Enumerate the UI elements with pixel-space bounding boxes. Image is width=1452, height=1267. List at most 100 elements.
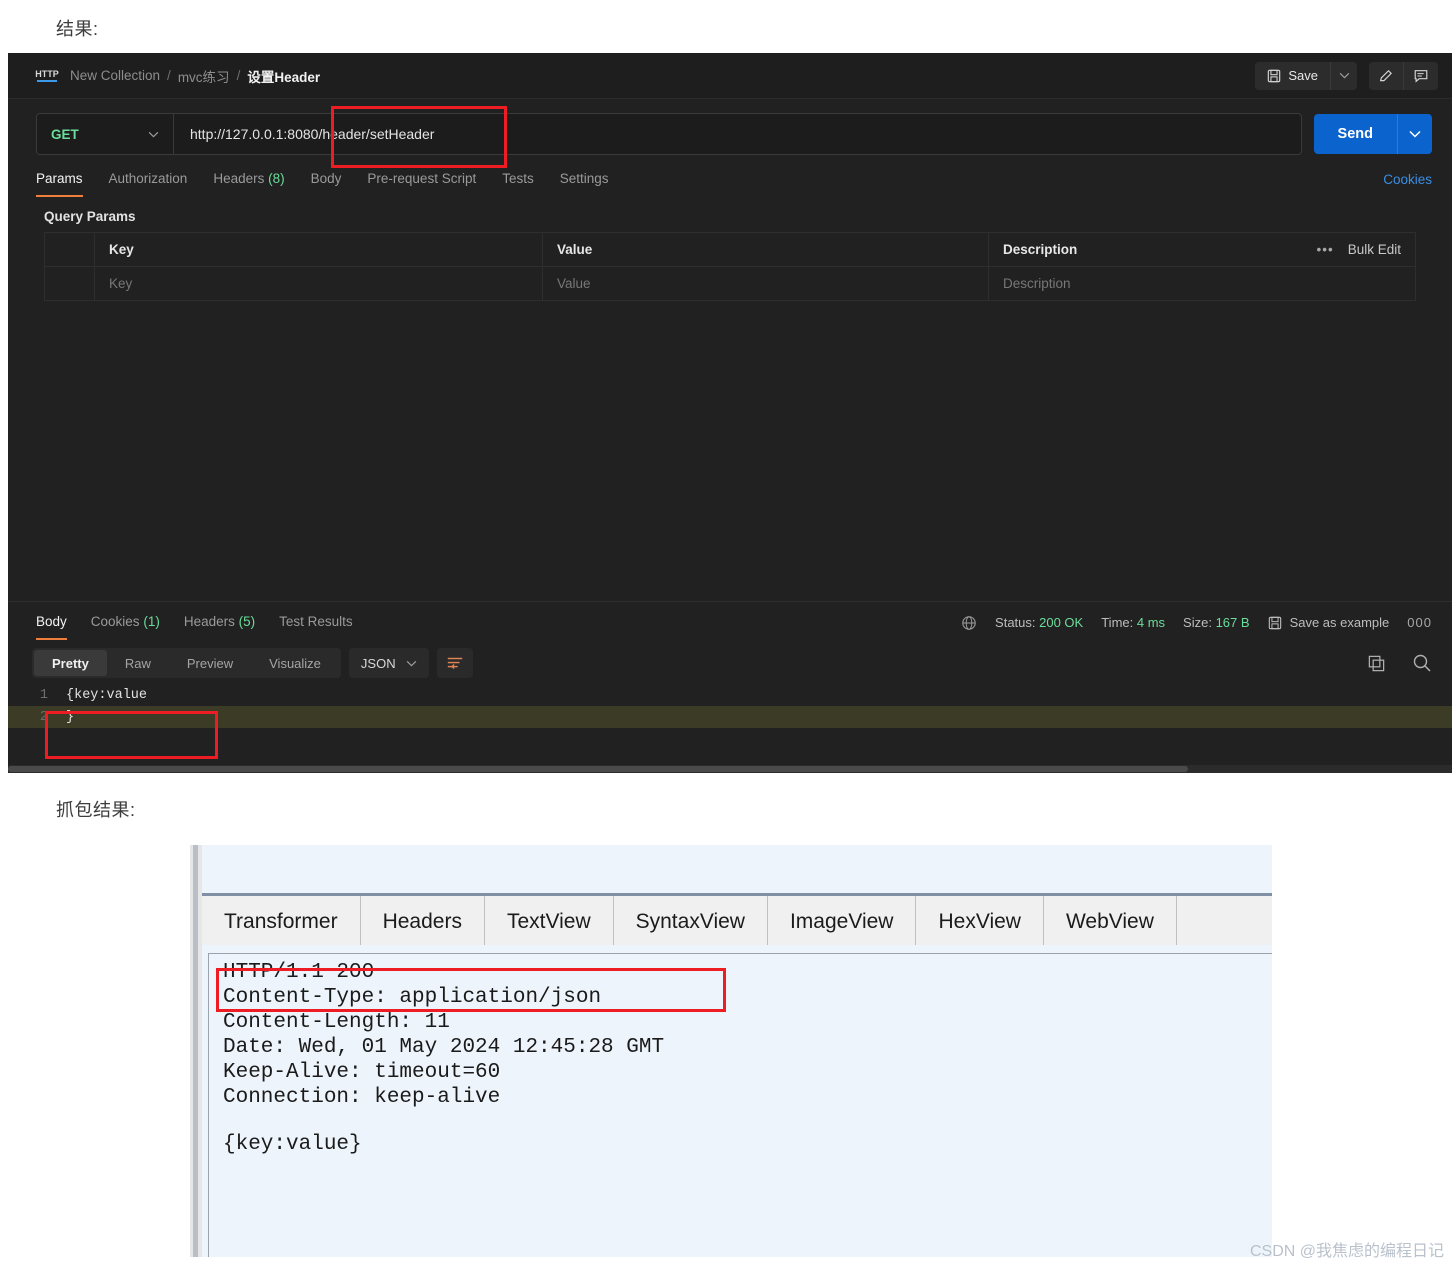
http-method-label: GET — [51, 126, 79, 142]
send-button[interactable]: Send — [1314, 114, 1397, 154]
url-bar: GET http://127.0.0.1:8080/header/setHead… — [36, 113, 1302, 155]
response-more-options-icon[interactable]: 000 — [1407, 615, 1432, 630]
response-tab-body-label: Body — [36, 614, 67, 629]
response-tab-headers-label: Headers — [183, 614, 235, 629]
save-button[interactable]: Save — [1255, 62, 1330, 90]
breadcrumb-folder[interactable]: mvc练习 — [178, 66, 230, 86]
fiddler-tab-transformer[interactable]: Transformer — [202, 896, 361, 948]
page-root: 结果: HTTP New Collection / mvc练习 / 设置Head… — [0, 0, 1452, 1267]
http-badge-underline — [37, 79, 57, 82]
tab-headers-label: Headers — [213, 171, 265, 186]
globe-icon — [962, 615, 976, 630]
table-header-row: Key Value Description ••• Bulk Edit — [45, 233, 1415, 267]
size-group: Size: 167 B — [1183, 615, 1250, 630]
pencil-icon — [1379, 69, 1392, 81]
fiddler-body: HTTP/1.1 200 Content-Type: application/j… — [202, 945, 1272, 1257]
fiddler-tab-hexview[interactable]: HexView — [916, 896, 1044, 948]
response-tab-headers[interactable]: Headers (5) — [184, 614, 255, 640]
save-as-example-label: Save as example — [1289, 615, 1390, 630]
floppy-disk-icon — [1268, 616, 1281, 629]
edit-request-button[interactable] — [1369, 62, 1403, 90]
http-method-selector[interactable]: GET — [37, 114, 174, 154]
tab-params[interactable]: Params — [36, 171, 83, 197]
row-value-input[interactable]: Value — [543, 267, 989, 300]
comment-icon — [1414, 69, 1428, 83]
fiddler-tab-syntaxview[interactable]: SyntaxView — [614, 896, 768, 948]
tab-headers[interactable]: Headers (8) — [213, 171, 284, 197]
fiddler-tab-textview[interactable]: TextView — [485, 896, 614, 948]
size-value: 167 B — [1215, 615, 1250, 630]
row-description-input[interactable]: Description — [989, 267, 1415, 300]
view-mode-preview[interactable]: Preview — [169, 650, 251, 676]
raw-line: Connection: keep-alive — [223, 1086, 501, 1109]
raw-blank-line — [223, 1110, 1272, 1132]
chevron-down-icon — [1339, 72, 1349, 79]
fiddler-tab-imageview[interactable]: ImageView — [768, 896, 917, 948]
view-mode-visualize[interactable]: Visualize — [251, 650, 339, 676]
postman-window: HTTP New Collection / mvc练习 / 设置Header S… — [8, 53, 1452, 773]
save-dropdown-button[interactable] — [1330, 61, 1357, 90]
bulk-edit-button[interactable]: Bulk Edit — [1348, 242, 1401, 257]
tab-tests-label: Tests — [502, 171, 534, 186]
response-format-selector[interactable]: JSON — [348, 648, 429, 678]
caption-result: 结果: — [56, 19, 99, 39]
response-tab-test-results[interactable]: Test Results — [279, 614, 353, 640]
row-checkbox[interactable] — [45, 267, 95, 300]
chevron-down-icon — [406, 660, 416, 667]
save-as-example-button[interactable]: Save as example — [1268, 615, 1390, 630]
word-wrap-icon — [447, 657, 462, 670]
tab-settings[interactable]: Settings — [560, 171, 609, 197]
tab-params-label: Params — [36, 171, 83, 186]
response-body-code[interactable]: 1 {key:value 2 } — [8, 684, 1452, 728]
horizontal-scrollbar[interactable] — [8, 765, 1452, 773]
row-key-input[interactable]: Key — [95, 267, 543, 300]
tab-headers-count: (8) — [268, 171, 285, 186]
status-label: Status: — [995, 615, 1036, 630]
header-cell-description: Description ••• Bulk Edit — [989, 233, 1415, 266]
raw-line: Keep-Alive: timeout=60 — [223, 1061, 501, 1084]
size-label: Size: — [1183, 615, 1212, 630]
raw-line: HTTP/1.1 200 — [223, 961, 375, 984]
tab-authorization-label: Authorization — [108, 171, 188, 186]
floppy-disk-icon — [1268, 69, 1281, 82]
breadcrumb-current-request[interactable]: 设置Header — [247, 66, 320, 86]
breadcrumb-separator-1: / — [167, 68, 171, 83]
fiddler-raw-response[interactable]: HTTP/1.1 200 Content-Type: application/j… — [208, 953, 1272, 1257]
header-cell-checkbox — [45, 233, 95, 266]
breadcrumb-collection[interactable]: New Collection — [70, 68, 160, 83]
tab-authorization[interactable]: Authorization — [109, 171, 188, 197]
fiddler-rail-bar — [193, 845, 198, 1257]
tab-pre-request-script[interactable]: Pre-request Script — [367, 171, 476, 197]
fiddler-tab-webview[interactable]: WebView — [1044, 896, 1177, 948]
url-input[interactable]: http://127.0.0.1:8080/header/setHeader — [174, 114, 1301, 154]
scrollbar-thumb[interactable] — [8, 766, 1188, 772]
search-icon[interactable] — [1412, 653, 1432, 673]
bulk-edit-area: ••• Bulk Edit — [1299, 242, 1401, 257]
breadcrumb: New Collection / mvc练习 / 设置Header — [70, 66, 320, 86]
header-cell-key: Key — [95, 233, 543, 266]
comment-button[interactable] — [1403, 61, 1438, 90]
code-line: 2 } — [8, 706, 1452, 728]
raw-body-line: {key:value} — [223, 1133, 362, 1156]
url-row: GET http://127.0.0.1:8080/header/setHead… — [8, 99, 1452, 163]
http-badge-label: HTTP — [35, 68, 59, 79]
raw-line: Content-Length: 11 — [223, 1011, 450, 1034]
response-tab-body[interactable]: Body — [36, 614, 67, 640]
view-mode-pretty[interactable]: Pretty — [34, 650, 107, 676]
code-line: 1 {key:value — [8, 684, 1452, 706]
fiddler-tab-headers[interactable]: Headers — [361, 896, 485, 948]
save-button-label: Save — [1288, 68, 1318, 83]
tab-settings-label: Settings — [559, 171, 609, 186]
cookies-link[interactable]: Cookies — [1383, 172, 1432, 196]
wrap-lines-button[interactable] — [436, 648, 473, 678]
tab-body[interactable]: Body — [311, 171, 342, 197]
response-tab-cookies-label: Cookies — [90, 614, 140, 629]
view-mode-raw[interactable]: Raw — [107, 650, 169, 676]
time-label: Time: — [1101, 615, 1134, 630]
copy-icon[interactable] — [1367, 654, 1386, 673]
raw-line: Date: Wed, 01 May 2024 12:45:28 GMT — [223, 1036, 665, 1059]
tab-tests[interactable]: Tests — [502, 171, 534, 197]
response-tab-cookies[interactable]: Cookies (1) — [91, 614, 160, 640]
more-options-icon[interactable]: ••• — [1317, 242, 1334, 257]
send-dropdown-button[interactable] — [1397, 114, 1432, 154]
